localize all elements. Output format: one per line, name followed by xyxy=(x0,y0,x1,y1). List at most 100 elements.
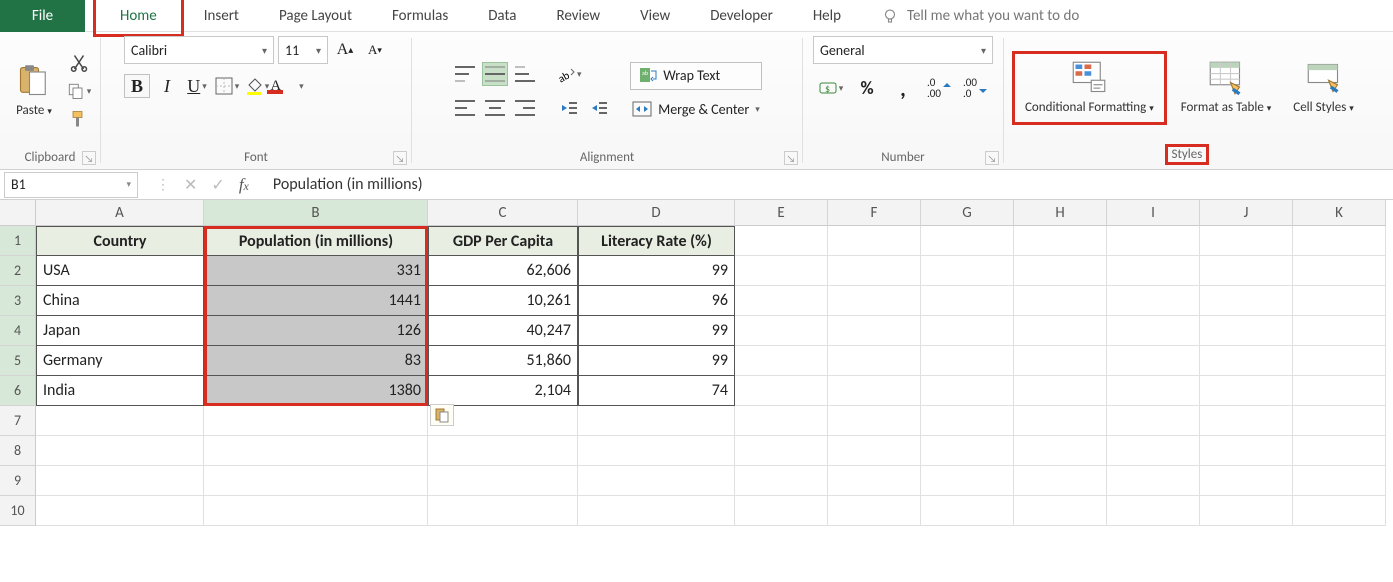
cell-A6[interactable]: India xyxy=(36,376,204,406)
cell-B9[interactable] xyxy=(204,466,428,496)
cell-C3[interactable]: 10,261 xyxy=(428,286,578,316)
formula-value[interactable]: Population (in millions) xyxy=(263,175,433,194)
cell-D8[interactable] xyxy=(578,436,735,466)
cell-B7[interactable] xyxy=(204,406,428,436)
cell-J1[interactable] xyxy=(1200,226,1293,256)
increase-decimal-button[interactable]: .0.00 xyxy=(926,76,952,100)
col-header-F[interactable]: F xyxy=(828,200,921,226)
cell-C1[interactable]: GDP Per Capita xyxy=(428,226,578,256)
italic-button[interactable]: I xyxy=(154,74,180,98)
merge-center-button[interactable]: Merge & Center ▾ xyxy=(630,98,762,121)
underline-button[interactable]: U xyxy=(184,74,210,98)
cell-E3[interactable] xyxy=(735,286,828,316)
col-header-J[interactable]: J xyxy=(1200,200,1293,226)
row-header-7[interactable]: 7 xyxy=(0,406,36,436)
font-name-dropdown[interactable]: Calibri▾ xyxy=(124,36,274,64)
cell-J6[interactable] xyxy=(1200,376,1293,406)
row-header-9[interactable]: 9 xyxy=(0,466,36,496)
cell-K2[interactable] xyxy=(1293,256,1386,286)
copy-button[interactable] xyxy=(66,79,92,103)
cell-I8[interactable] xyxy=(1107,436,1200,466)
cell-J4[interactable] xyxy=(1200,316,1293,346)
cell-G7[interactable] xyxy=(921,406,1014,436)
cell-H2[interactable] xyxy=(1014,256,1107,286)
cell-B8[interactable] xyxy=(204,436,428,466)
align-left-button[interactable] xyxy=(452,96,478,120)
col-header-D[interactable]: D xyxy=(578,200,735,226)
cell-B5[interactable]: 83 xyxy=(204,346,428,376)
cell-G8[interactable] xyxy=(921,436,1014,466)
cell-H9[interactable] xyxy=(1014,466,1107,496)
cell-F2[interactable] xyxy=(828,256,921,286)
cell-G5[interactable] xyxy=(921,346,1014,376)
cell-styles-button[interactable]: Cell Styles ▾ xyxy=(1285,56,1362,120)
cell-D5[interactable]: 99 xyxy=(578,346,735,376)
col-header-H[interactable]: H xyxy=(1014,200,1107,226)
cell-B1[interactable]: Population (in millions) xyxy=(204,226,428,256)
home-tab[interactable]: Home xyxy=(100,0,177,32)
cell-I10[interactable] xyxy=(1107,496,1200,526)
cell-A8[interactable] xyxy=(36,436,204,466)
number-launcher[interactable]: ↘ xyxy=(985,151,999,165)
cell-F6[interactable] xyxy=(828,376,921,406)
cut-button[interactable] xyxy=(66,51,92,75)
cell-K4[interactable] xyxy=(1293,316,1386,346)
bold-button[interactable]: B xyxy=(124,74,150,98)
cell-H8[interactable] xyxy=(1014,436,1107,466)
cell-D9[interactable] xyxy=(578,466,735,496)
cell-H4[interactable] xyxy=(1014,316,1107,346)
cell-I5[interactable] xyxy=(1107,346,1200,376)
cell-F8[interactable] xyxy=(828,436,921,466)
cell-J2[interactable] xyxy=(1200,256,1293,286)
cell-I3[interactable] xyxy=(1107,286,1200,316)
row-header-6[interactable]: 6 xyxy=(0,376,36,406)
cell-A9[interactable] xyxy=(36,466,204,496)
cell-B10[interactable] xyxy=(204,496,428,526)
clipboard-launcher[interactable]: ↘ xyxy=(82,151,96,165)
cell-E10[interactable] xyxy=(735,496,828,526)
cell-E9[interactable] xyxy=(735,466,828,496)
col-header-B[interactable]: B xyxy=(204,200,428,226)
orientation-button[interactable]: ab xyxy=(556,62,582,86)
cell-K3[interactable] xyxy=(1293,286,1386,316)
cell-H7[interactable] xyxy=(1014,406,1107,436)
increase-indent-button[interactable] xyxy=(586,96,612,120)
fx-button[interactable]: fx xyxy=(239,175,249,195)
row-header-10[interactable]: 10 xyxy=(0,496,36,526)
cell-A10[interactable] xyxy=(36,496,204,526)
file-tab[interactable]: File xyxy=(0,0,85,32)
align-middle-button[interactable] xyxy=(482,62,508,86)
cell-C6[interactable]: 2,104 xyxy=(428,376,578,406)
cell-D10[interactable] xyxy=(578,496,735,526)
cell-G10[interactable] xyxy=(921,496,1014,526)
row-header-2[interactable]: 2 xyxy=(0,256,36,286)
cell-K8[interactable] xyxy=(1293,436,1386,466)
cell-D1[interactable]: Literacy Rate (%) xyxy=(578,226,735,256)
cell-G4[interactable] xyxy=(921,316,1014,346)
accounting-format-button[interactable]: $ xyxy=(818,76,844,100)
shrink-font-button[interactable]: A▾ xyxy=(362,38,388,62)
cell-E4[interactable] xyxy=(735,316,828,346)
paste-options-smarttag[interactable] xyxy=(430,404,454,426)
cell-I6[interactable] xyxy=(1107,376,1200,406)
page-layout-tab[interactable]: Page Layout xyxy=(259,0,372,32)
font-color-button[interactable]: A xyxy=(274,74,300,98)
data-tab[interactable]: Data xyxy=(468,0,536,32)
accept-formula-button[interactable]: ✓ xyxy=(211,175,224,195)
wrap-text-button[interactable]: ab Wrap Text xyxy=(630,62,762,90)
cell-J8[interactable] xyxy=(1200,436,1293,466)
formulas-tab[interactable]: Formulas xyxy=(372,0,468,32)
format-painter-button[interactable] xyxy=(66,107,92,131)
cell-J7[interactable] xyxy=(1200,406,1293,436)
cell-C9[interactable] xyxy=(428,466,578,496)
select-all-corner[interactable] xyxy=(0,200,36,226)
cell-A5[interactable]: Germany xyxy=(36,346,204,376)
col-header-A[interactable]: A xyxy=(36,200,204,226)
cell-J5[interactable] xyxy=(1200,346,1293,376)
row-header-1[interactable]: 1 xyxy=(0,226,36,256)
col-header-E[interactable]: E xyxy=(735,200,828,226)
cell-K10[interactable] xyxy=(1293,496,1386,526)
format-as-table-button[interactable]: Format as Table ▾ xyxy=(1173,56,1280,120)
cell-I4[interactable] xyxy=(1107,316,1200,346)
cell-A1[interactable]: Country xyxy=(36,226,204,256)
